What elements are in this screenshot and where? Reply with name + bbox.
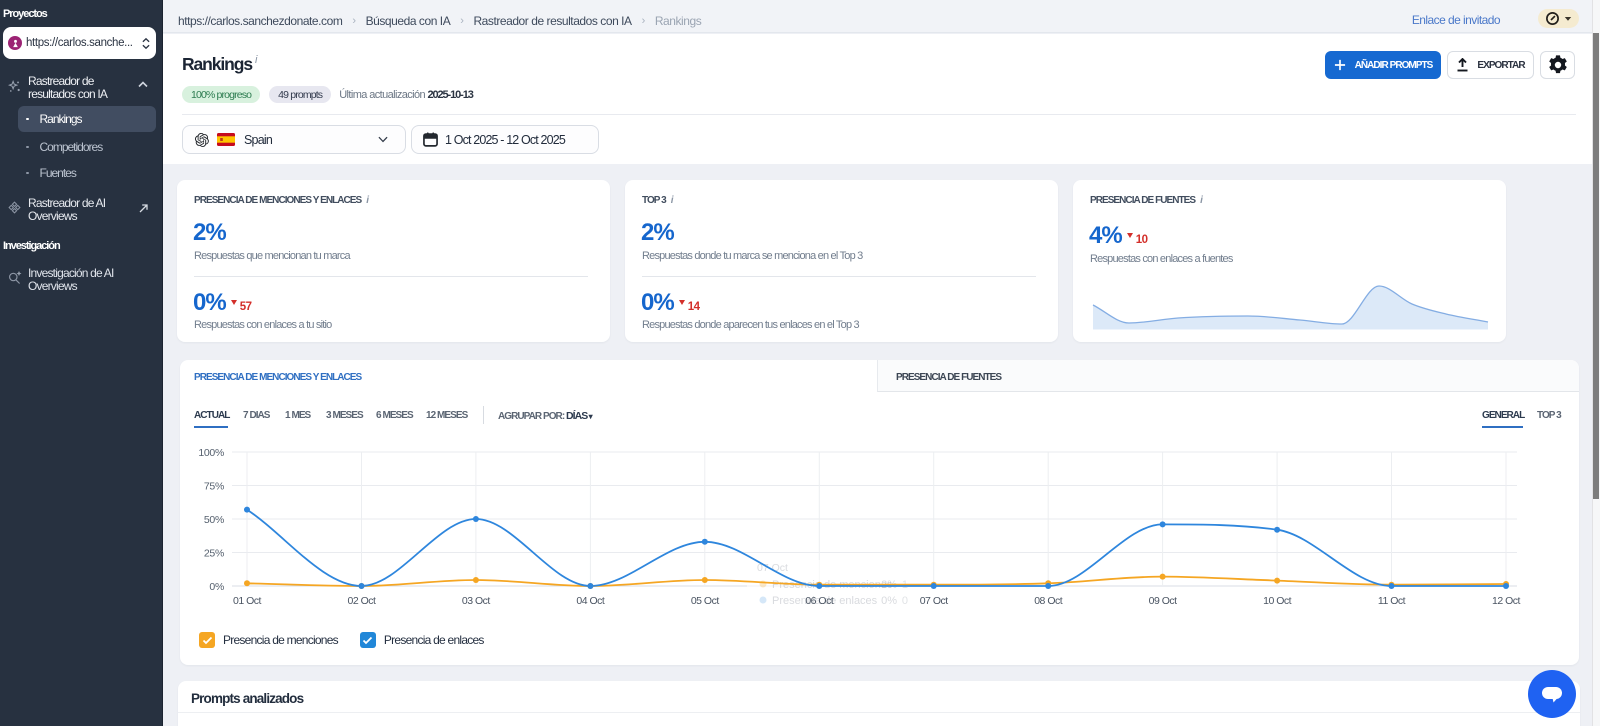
svg-text:75%: 75% bbox=[204, 481, 224, 493]
svg-text:0%: 0% bbox=[881, 595, 897, 607]
svg-text:12 Oct: 12 Oct bbox=[1492, 595, 1521, 607]
svg-text:0: 0 bbox=[902, 595, 908, 607]
svg-text:08 Oct: 08 Oct bbox=[1034, 595, 1063, 607]
svg-text:10 Oct: 10 Oct bbox=[1263, 595, 1292, 607]
svg-text:02 Oct: 02 Oct bbox=[348, 595, 377, 607]
svg-text:06 Oct: 06 Oct bbox=[805, 595, 834, 607]
svg-text:50%: 50% bbox=[204, 514, 224, 526]
svg-text:04 Oct: 04 Oct bbox=[576, 595, 605, 607]
svg-text:05 Oct: 05 Oct bbox=[691, 595, 720, 607]
svg-text:11 Oct: 11 Oct bbox=[1378, 595, 1406, 607]
svg-text:03 Oct: 03 Oct bbox=[462, 595, 491, 607]
svg-text:100%: 100% bbox=[198, 447, 224, 459]
svg-text:0%: 0% bbox=[209, 581, 224, 593]
svg-text:01 Oct: 01 Oct bbox=[233, 595, 262, 607]
svg-text:07 Oct: 07 Oct bbox=[920, 595, 949, 607]
svg-text:25%: 25% bbox=[204, 548, 224, 560]
svg-text:09 Oct: 09 Oct bbox=[1149, 595, 1178, 607]
